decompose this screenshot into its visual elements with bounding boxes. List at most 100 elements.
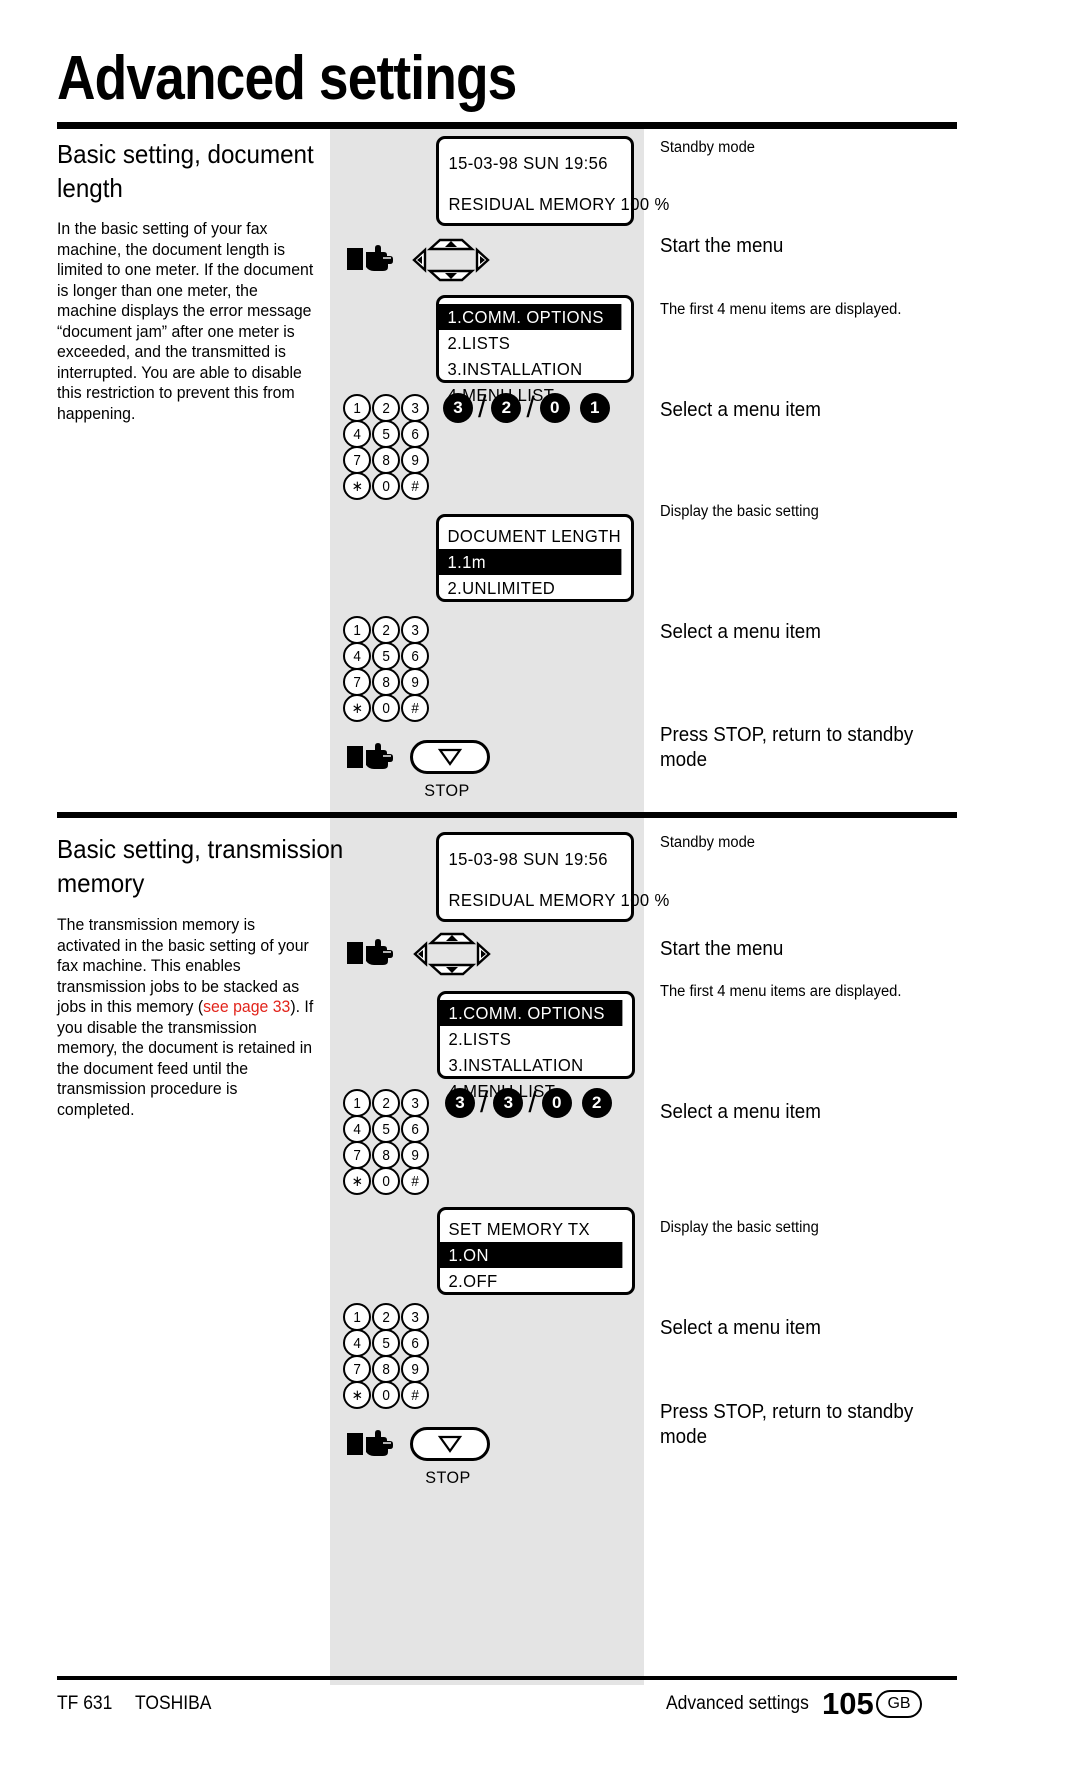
setting-item: 2.UNLIMITED (447, 578, 556, 598)
title-rule (57, 122, 957, 129)
standby-line-2: RESIDUAL MEMORY 100 % (448, 890, 670, 910)
annotation-first-four-1: The first 4 menu items are displayed. (660, 301, 902, 318)
menu-item: 2.LISTS (448, 1029, 512, 1049)
key-7[interactable]: 7 (343, 446, 371, 474)
section-1-heading: Basic setting, document length (57, 139, 314, 203)
key-6[interactable]: 6 (401, 1115, 429, 1143)
key-3[interactable]: 3 (401, 394, 429, 422)
stop-label: STOP (425, 1468, 471, 1487)
annotation-standby-1: Standby mode (660, 139, 755, 156)
footer-rule (57, 1676, 957, 1680)
key-5[interactable]: 5 (372, 1115, 400, 1143)
key-6[interactable]: 6 (401, 420, 429, 448)
stop-triangle-icon (437, 1435, 463, 1453)
sequence-separator: / (478, 391, 487, 424)
key-hash[interactable]: # (401, 472, 429, 500)
key-9[interactable]: 9 (401, 1355, 429, 1383)
pointing-hand-icon (345, 740, 397, 774)
key-5[interactable]: 5 (372, 1329, 400, 1357)
section-2-standby-display: 15-03-98 SUN 19:56 RESIDUAL MEMORY 100 % (436, 832, 670, 922)
annotation-press-stop-2: Press STOP, return to standby mode (660, 1401, 914, 1448)
key-star[interactable]: ∗ (343, 1167, 371, 1195)
key-3[interactable]: 3 (401, 1089, 429, 1117)
key-2[interactable]: 2 (372, 1303, 400, 1331)
key-7[interactable]: 7 (343, 1141, 371, 1169)
pointing-hand-icon (345, 242, 397, 276)
key-5[interactable]: 5 (372, 642, 400, 670)
manual-page: Advanced settings Basic setting, documen… (0, 0, 1080, 1773)
key-2[interactable]: 2 (372, 616, 400, 644)
section-2-body: The transmission memory is activated in … (57, 915, 316, 1120)
menu-item: 3.INSTALLATION (448, 1055, 584, 1075)
key-2[interactable]: 2 (372, 394, 400, 422)
keypad-4[interactable]: 123 456 789 ∗ 0 # (343, 1303, 430, 1409)
key-3[interactable]: 3 (401, 1303, 429, 1331)
key-hash[interactable]: # (401, 694, 429, 722)
stop-button[interactable] (410, 1427, 490, 1461)
key-6[interactable]: 6 (401, 642, 429, 670)
keypad-3[interactable]: 123 456 789 ∗ 0 # (343, 1089, 430, 1195)
key-8[interactable]: 8 (372, 446, 400, 474)
section-2-body-post: ). If you disable the transmission memor… (57, 998, 314, 1119)
key-8[interactable]: 8 (372, 668, 400, 696)
key-1[interactable]: 1 (343, 394, 371, 422)
key-0[interactable]: 0 (372, 472, 400, 500)
key-7[interactable]: 7 (343, 1355, 371, 1383)
key-7[interactable]: 7 (343, 668, 371, 696)
key-0[interactable]: 0 (372, 1381, 400, 1409)
key-hash[interactable]: # (401, 1167, 429, 1195)
key-4[interactable]: 4 (343, 420, 371, 448)
key-6[interactable]: 6 (401, 1329, 429, 1357)
key-0[interactable]: 0 (372, 694, 400, 722)
annotation-select-2a: Select a menu item (660, 1101, 821, 1123)
keypad-1[interactable]: 123 456 789 ∗ 0 # (343, 394, 430, 500)
annotation-standby-2: Standby mode (660, 834, 755, 851)
key-8[interactable]: 8 (372, 1141, 400, 1169)
key-star[interactable]: ∗ (343, 1381, 371, 1409)
arrow-pad-icon[interactable] (413, 932, 491, 976)
key-8[interactable]: 8 (372, 1355, 400, 1383)
key-1[interactable]: 1 (343, 616, 371, 644)
key-4[interactable]: 4 (343, 1115, 371, 1143)
sequence-digit: 3 (493, 1088, 524, 1118)
pointing-hand-icon (345, 936, 397, 970)
section-divider (57, 812, 957, 818)
section-2-heading: Basic setting, transmission memory (57, 834, 344, 898)
key-9[interactable]: 9 (401, 446, 429, 474)
key-4[interactable]: 4 (343, 642, 371, 670)
stop-button[interactable] (410, 740, 490, 774)
key-4[interactable]: 4 (343, 1329, 371, 1357)
sequence-digit: 3 (445, 1088, 475, 1118)
key-3[interactable]: 3 (401, 616, 429, 644)
stop-label: STOP (424, 781, 470, 800)
section-2-setting-display: SET MEMORY TX 1.ON 2.OFF (437, 1207, 635, 1295)
footer-brand: TOSHIBA (135, 1693, 212, 1714)
footer-model: TF 631 (57, 1693, 113, 1714)
key-0[interactable]: 0 (372, 1167, 400, 1195)
key-star[interactable]: ∗ (343, 472, 371, 500)
annotation-select-1a: Select a menu item (660, 399, 821, 421)
key-2[interactable]: 2 (372, 1089, 400, 1117)
key-1[interactable]: 1 (343, 1089, 371, 1117)
section-1-menu-display: 1.COMM. OPTIONS 2.LISTS 3.INSTALLATION 4… (436, 295, 634, 405)
key-1[interactable]: 1 (343, 1303, 371, 1331)
setting-item: 1.1m (439, 549, 622, 575)
sequence-digit: 3 (443, 393, 473, 423)
key-star[interactable]: ∗ (343, 694, 371, 722)
keypad-2[interactable]: 123 456 789 ∗ 0 # (343, 616, 430, 722)
setting-title: DOCUMENT LENGTH (447, 526, 622, 546)
arrow-pad-icon[interactable] (412, 238, 490, 282)
key-9[interactable]: 9 (401, 1141, 429, 1169)
annotation-display-basic-1: Display the basic setting (660, 503, 819, 520)
key-hash[interactable]: # (401, 1381, 429, 1409)
annotation-select-1b: Select a menu item (660, 621, 821, 643)
key-5[interactable]: 5 (372, 420, 400, 448)
annotation-display-basic-2: Display the basic setting (660, 1219, 819, 1236)
section-1-body: In the basic setting of your fax machine… (57, 220, 314, 423)
key-9[interactable]: 9 (401, 668, 429, 696)
annotation-first-four-2: The first 4 menu items are displayed. (660, 983, 902, 1000)
see-page-link[interactable]: see page 33 (203, 998, 290, 1016)
sequence-digit: 0 (539, 393, 570, 423)
sequence-separator: / (528, 1086, 537, 1119)
pointing-hand-icon (345, 1427, 397, 1461)
